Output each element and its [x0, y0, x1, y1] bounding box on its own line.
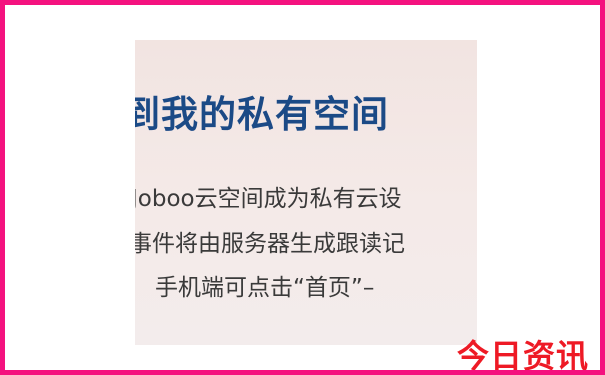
- card-heading: 到我的私有空间: [135, 93, 389, 136]
- content-card: 到我的私有空间 Joboo云空间成为私有云设 事件将由服务器生成跟读记 手机端可…: [135, 40, 477, 345]
- brand-watermark: 今日资讯: [457, 337, 590, 375]
- card-text-line: 手机端可点击“首页”–: [155, 275, 375, 301]
- card-text-line: Joboo云空间成为私有云设: [135, 186, 402, 212]
- card-text-line: 事件将由服务器生成跟读记: [135, 231, 405, 257]
- image-frame: 到我的私有空间 Joboo云空间成为私有云设 事件将由服务器生成跟读记 手机端可…: [0, 0, 605, 375]
